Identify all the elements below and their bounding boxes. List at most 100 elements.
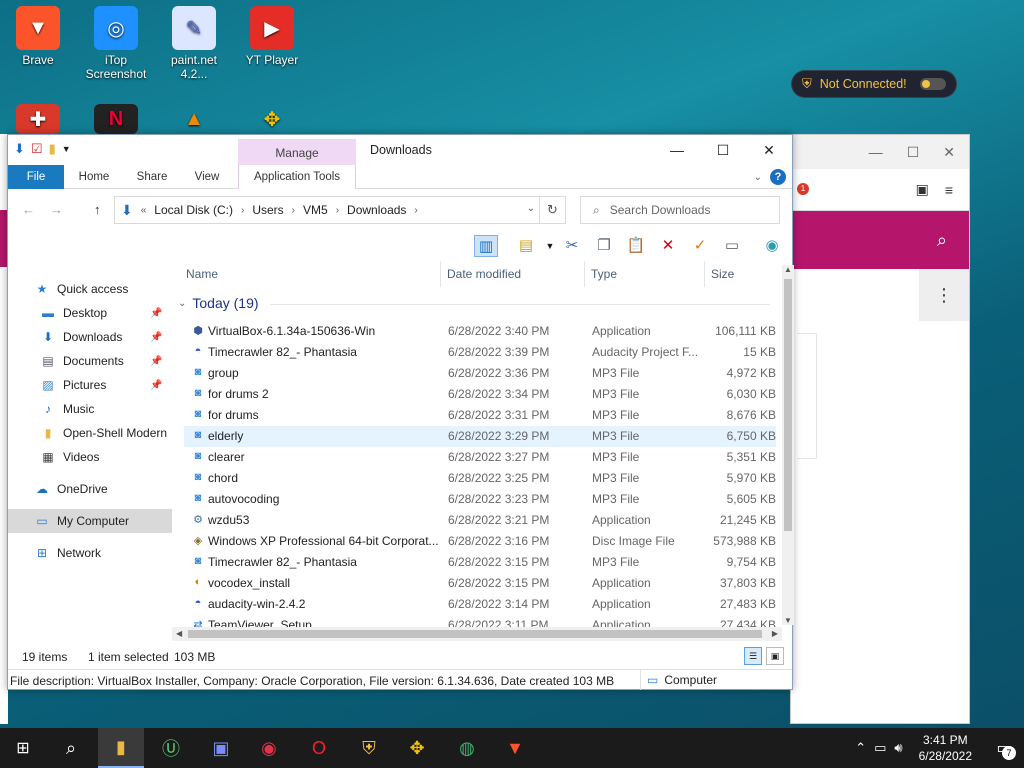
horizontal-scrollbar[interactable]: ◀ ▶ xyxy=(172,627,782,641)
table-row[interactable]: ⚙ wzdu53 6/28/2022 3:21 PM Application 21,24… xyxy=(184,510,776,531)
scroll-thumb[interactable] xyxy=(784,279,792,531)
taskbar-app-u[interactable]: Ⓤ xyxy=(148,728,194,768)
help-icon[interactable]: ? xyxy=(770,169,786,185)
nav-desktop[interactable]: ▬ Desktop 📌 xyxy=(8,301,172,325)
network-status-icon[interactable]: ▭ xyxy=(874,740,886,756)
desktop-icon-partial[interactable]: N xyxy=(78,104,154,137)
breadcrumb-users[interactable]: Users xyxy=(252,203,283,217)
scroll-left-icon[interactable]: ◀ xyxy=(176,627,182,641)
pin-icon[interactable]: 📌 xyxy=(150,356,162,367)
vertical-scrollbar[interactable]: ▲ ▼ xyxy=(782,265,794,625)
nav-network[interactable]: ⊞ Network xyxy=(8,541,172,565)
table-row[interactable]: ◙ Timecrawler 82_- Phantasia 6/28/2022 3:1… xyxy=(184,552,776,573)
column-header-date-modified[interactable]: Date modified xyxy=(440,261,584,287)
notification-center-button[interactable]: ▭ 7 xyxy=(984,728,1024,768)
breadcrumb-downloads[interactable]: Downloads xyxy=(347,203,406,217)
taskbar-app-remote[interactable]: ▣ xyxy=(198,728,244,768)
cut-icon[interactable]: ✂ xyxy=(560,235,584,257)
file-list[interactable]: Name Date modified Type Size ⌄ Today (19… xyxy=(178,261,790,627)
taskbar-opera[interactable]: O xyxy=(296,728,342,768)
rename-icon[interactable]: ▭ xyxy=(720,235,744,257)
paste-icon[interactable]: 📋 xyxy=(624,235,648,257)
taskbar-file-explorer[interactable]: ▮ xyxy=(98,728,144,768)
group-header-today[interactable]: ⌄ Today (19) xyxy=(178,295,770,311)
desktop-icon-partial[interactable]: ✚ xyxy=(0,104,76,137)
table-row[interactable]: ◙ chord 6/28/2022 3:25 PM MP3 File 5,970 KB xyxy=(184,468,776,489)
taskbar-arrows-app[interactable]: ✥ xyxy=(394,728,440,768)
chevron-down-icon[interactable]: ▼ xyxy=(62,144,71,154)
maximize-icon[interactable]: ☐ xyxy=(907,144,920,161)
expand-ribbon-icon[interactable]: ⌄ xyxy=(754,172,762,183)
close-button[interactable]: ✕ xyxy=(746,139,792,161)
start-button[interactable]: ⊞ xyxy=(0,728,46,768)
tab-view[interactable]: View xyxy=(184,165,230,189)
pin-icon[interactable]: 📌 xyxy=(150,380,162,391)
scroll-thumb[interactable] xyxy=(188,630,762,638)
column-header-type[interactable]: Type xyxy=(584,261,704,287)
back-arrow-icon[interactable]: ← xyxy=(22,202,35,217)
desktop-icon-partial[interactable]: ▲ xyxy=(156,104,232,137)
overflow-chevron[interactable]: « xyxy=(141,205,147,216)
nav-music[interactable]: ♪ Music xyxy=(8,397,172,421)
address-bar[interactable]: ⬇ « Local Disk (C:) › Users › VM5 › Down… xyxy=(114,196,566,224)
menu-icon[interactable]: ≡ xyxy=(945,182,953,198)
properties-icon[interactable]: ☑ xyxy=(31,141,43,157)
taskbar-brave[interactable]: ▼ xyxy=(492,728,538,768)
properties-menu-icon[interactable]: ▤ xyxy=(514,235,538,257)
desktop-icon-yt-player[interactable]: ▶ YT Player xyxy=(234,6,310,67)
close-icon[interactable]: ✕ xyxy=(943,144,955,161)
nav-quick-access[interactable]: ★ Quick access xyxy=(8,277,172,301)
preview-pane-icon[interactable]: ▥ xyxy=(474,235,498,257)
scroll-right-icon[interactable]: ▶ xyxy=(772,627,778,641)
tab-manage[interactable]: Manage xyxy=(238,139,356,165)
minimize-icon[interactable]: — xyxy=(869,144,883,160)
copy-icon[interactable]: ❐ xyxy=(592,235,616,257)
chevron-up-icon[interactable]: ⌃ xyxy=(855,740,866,756)
nav-onedrive[interactable]: ☁ OneDrive xyxy=(8,477,172,501)
vpn-toggle[interactable] xyxy=(920,78,946,90)
table-row[interactable]: ⬢ VirtualBox-6.1.34a-150636-Win 6/28/2022 … xyxy=(184,321,776,342)
download-arrow-icon[interactable]: ⬇ xyxy=(14,141,25,157)
table-row[interactable]: ◈ Windows XP Professional 64-bit Corporat… xyxy=(184,531,776,552)
nav-my-computer[interactable]: ▭ My Computer xyxy=(8,509,172,533)
taskbar-search-button[interactable]: ⌕ xyxy=(48,728,94,768)
chevron-right-icon[interactable]: › xyxy=(241,205,244,216)
checkmark-icon[interactable]: ✓ xyxy=(688,235,712,257)
tab-share[interactable]: Share xyxy=(126,165,178,189)
delete-icon[interactable]: ✕ xyxy=(656,235,680,257)
breadcrumb-local-disk[interactable]: Local Disk (C:) xyxy=(154,203,233,217)
column-header-size[interactable]: Size xyxy=(704,261,780,287)
chevron-right-icon[interactable]: › xyxy=(414,205,417,216)
desktop-icon-itop-screenshot[interactable]: ◎ iTop Screenshot xyxy=(78,6,154,81)
table-row[interactable]: ◙ elderly 6/28/2022 3:29 PM MP3 File 6,750 K… xyxy=(184,426,776,447)
nav-open-shell-modern[interactable]: ▮ Open-Shell Modern xyxy=(8,421,172,445)
taskbar-network-app[interactable]: ◍ xyxy=(444,728,490,768)
search-icon[interactable]: ⌕ xyxy=(937,230,947,251)
new-folder-icon[interactable]: ▮ xyxy=(49,141,56,157)
more-options-icon[interactable]: ⋮ xyxy=(919,269,969,321)
tab-file[interactable]: File xyxy=(8,165,64,189)
desktop-icon-partial[interactable]: ✥ xyxy=(234,104,310,137)
table-row[interactable]: ◙ for drums 6/28/2022 3:31 PM MP3 File 8,676… xyxy=(184,405,776,426)
chevron-right-icon[interactable]: › xyxy=(336,205,339,216)
scroll-down-icon[interactable]: ▼ xyxy=(782,616,794,625)
table-row[interactable]: ◓ Timecrawler 82_- Phantasia 6/28/2022 3:3… xyxy=(184,342,776,363)
volume-icon[interactable]: 🔊︎ xyxy=(894,740,902,756)
pin-icon[interactable]: 📌 xyxy=(150,308,162,319)
breadcrumb-vm5[interactable]: VM5 xyxy=(303,203,328,217)
search-box[interactable]: ⌕ Search Downloads xyxy=(580,196,780,224)
clock[interactable]: 3:41 PM 6/28/2022 xyxy=(919,732,972,764)
scroll-up-icon[interactable]: ▲ xyxy=(782,265,794,274)
minimize-button[interactable]: — xyxy=(654,139,700,161)
table-row[interactable]: ◙ group 6/28/2022 3:36 PM MP3 File 4,972 KB xyxy=(184,363,776,384)
table-row[interactable]: ⇄ TeamViewer_Setup 6/28/2022 3:11 PM Applic… xyxy=(184,615,776,627)
refresh-icon[interactable]: ↻ xyxy=(539,197,565,223)
nav-videos[interactable]: ▦ Videos xyxy=(8,445,172,469)
column-header-name[interactable]: Name xyxy=(186,261,442,287)
forward-arrow-icon[interactable]: → xyxy=(50,202,63,217)
tab-home[interactable]: Home xyxy=(68,165,120,189)
nav-downloads[interactable]: ⬇ Downloads 📌 xyxy=(8,325,172,349)
taskbar-app-recorder[interactable]: ◉ xyxy=(246,728,292,768)
details-view-icon[interactable]: ☰ xyxy=(744,647,762,665)
tab-application-tools[interactable]: Application Tools xyxy=(238,165,356,189)
